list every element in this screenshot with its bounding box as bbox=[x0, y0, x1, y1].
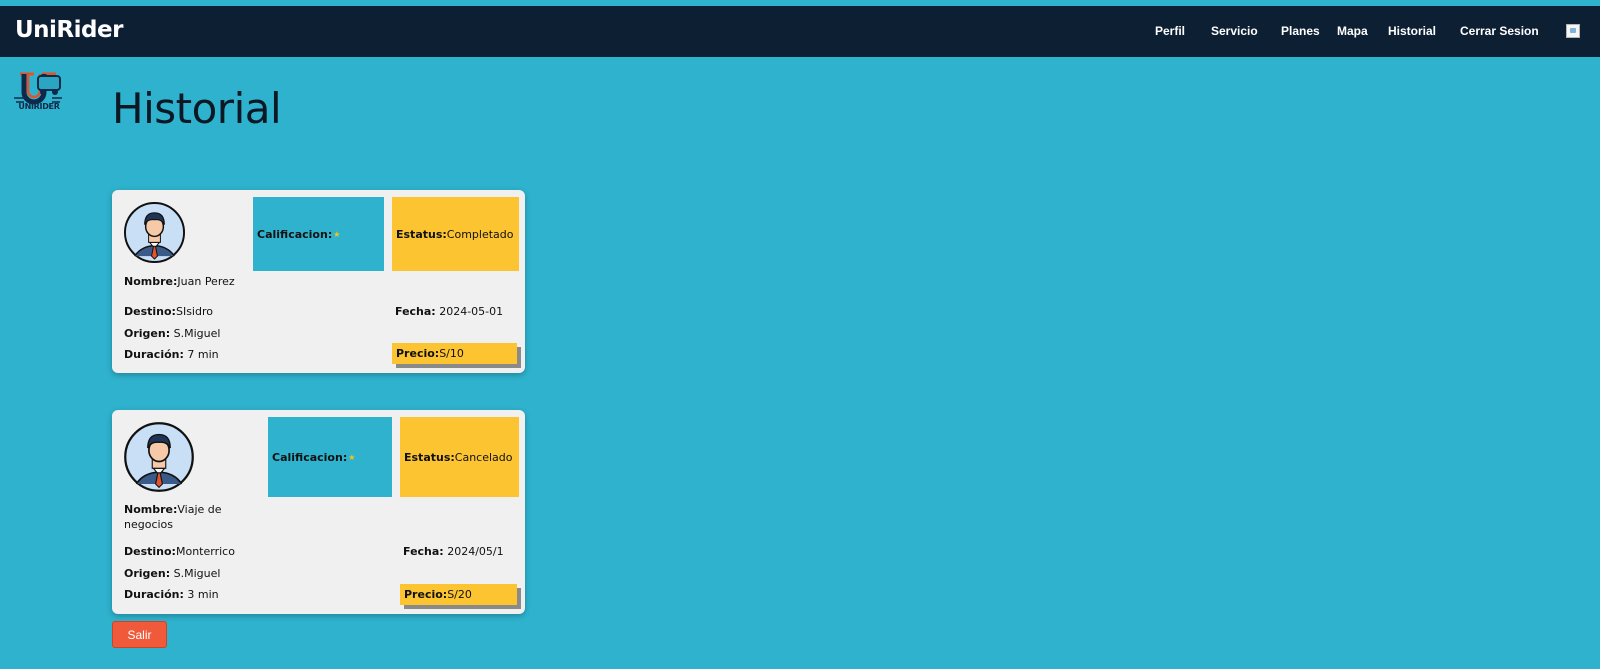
origin-value: S.Miguel bbox=[173, 567, 221, 580]
name-value: Juan Perez bbox=[177, 275, 235, 288]
origin-field: Origen: S.Miguel bbox=[124, 567, 220, 580]
name-field: Nombre:Juan Perez bbox=[124, 275, 235, 288]
nav-mapa[interactable]: Mapa bbox=[1337, 24, 1368, 38]
exit-button[interactable]: Salir bbox=[112, 621, 167, 648]
rating-box: Calificacion: ★ bbox=[253, 197, 384, 271]
price-label: Precio: bbox=[404, 588, 448, 601]
nav-historial[interactable]: Historial bbox=[1388, 24, 1436, 38]
star-icon: ★ bbox=[333, 229, 341, 239]
logo-caption: UNIRIDER bbox=[18, 102, 60, 111]
rating-label: Calificacion: bbox=[272, 450, 348, 464]
navbar: UniRider Perfil Servicio Planes Mapa His… bbox=[0, 6, 1600, 57]
duration-value: 3 min bbox=[187, 588, 219, 601]
duration-field: Duración: 3 min bbox=[124, 588, 219, 601]
duration-label: Duración: bbox=[124, 348, 184, 361]
destination-value: SIsidro bbox=[175, 305, 213, 318]
price-value: S/10 bbox=[439, 347, 464, 360]
origin-value: S.Miguel bbox=[173, 327, 221, 340]
duration-value: 7 min bbox=[187, 348, 219, 361]
status-value: Cancelado bbox=[454, 450, 513, 464]
status-value: Completado bbox=[446, 227, 514, 241]
date-value: 2024-05-01 bbox=[439, 305, 504, 318]
driver-avatar-icon bbox=[123, 201, 186, 264]
origin-field: Origen: S.Miguel bbox=[124, 327, 220, 340]
date-label: Fecha: bbox=[403, 545, 444, 558]
status-label: Estatus: bbox=[396, 227, 447, 241]
destination-label: Destino: bbox=[124, 545, 176, 558]
trip-card: Calificacion: ★ Estatus: Completado Nombre… bbox=[112, 190, 525, 373]
nav-cerrar-sesion[interactable]: Cerrar Sesion bbox=[1460, 24, 1539, 38]
origin-label: Origen: bbox=[124, 567, 171, 580]
destination-label: Destino: bbox=[124, 305, 176, 318]
price-value: S/20 bbox=[447, 588, 472, 601]
date-label: Fecha: bbox=[395, 305, 436, 318]
driver-avatar-icon bbox=[124, 422, 194, 492]
status-box: Estatus: Cancelado bbox=[400, 417, 519, 497]
price-badge: Precio: S/20 bbox=[400, 584, 517, 605]
name-label: Nombre: bbox=[124, 275, 178, 288]
price-label: Precio: bbox=[396, 347, 440, 360]
page-title: Historial bbox=[112, 84, 282, 133]
rating-box: Calificacion: ★ bbox=[268, 417, 392, 497]
date-field: Fecha: 2024/05/1 bbox=[403, 545, 504, 558]
date-field: Fecha: 2024-05-01 bbox=[395, 305, 503, 318]
duration-label: Duración: bbox=[124, 588, 184, 601]
price-badge: Precio: S/10 bbox=[392, 343, 517, 364]
status-label: Estatus: bbox=[404, 450, 455, 464]
nav-links: Perfil Servicio Planes Mapa Historial Ce… bbox=[0, 6, 1600, 57]
destination-field: Destino:Monterrico bbox=[124, 545, 235, 558]
destination-value: Monterrico bbox=[175, 545, 235, 558]
date-value: 2024/05/1 bbox=[447, 545, 504, 558]
duration-field: Duración: 7 min bbox=[124, 348, 219, 361]
nav-servicio[interactable]: Servicio bbox=[1211, 24, 1258, 38]
rating-label: Calificacion: bbox=[257, 227, 333, 241]
name-field: Nombre:Viaje de negocios bbox=[124, 502, 234, 532]
star-icon: ★ bbox=[348, 452, 356, 462]
name-label: Nombre: bbox=[124, 503, 178, 516]
destination-field: Destino:SIsidro bbox=[124, 305, 213, 318]
profile-image-icon[interactable] bbox=[1566, 24, 1580, 38]
origin-label: Origen: bbox=[124, 327, 171, 340]
nav-planes[interactable]: Planes bbox=[1281, 24, 1320, 38]
nav-perfil[interactable]: Perfil bbox=[1155, 24, 1185, 38]
status-box: Estatus: Completado bbox=[392, 197, 519, 271]
trip-card: Calificacion: ★ Estatus: Cancelado Nombre:… bbox=[112, 410, 525, 614]
